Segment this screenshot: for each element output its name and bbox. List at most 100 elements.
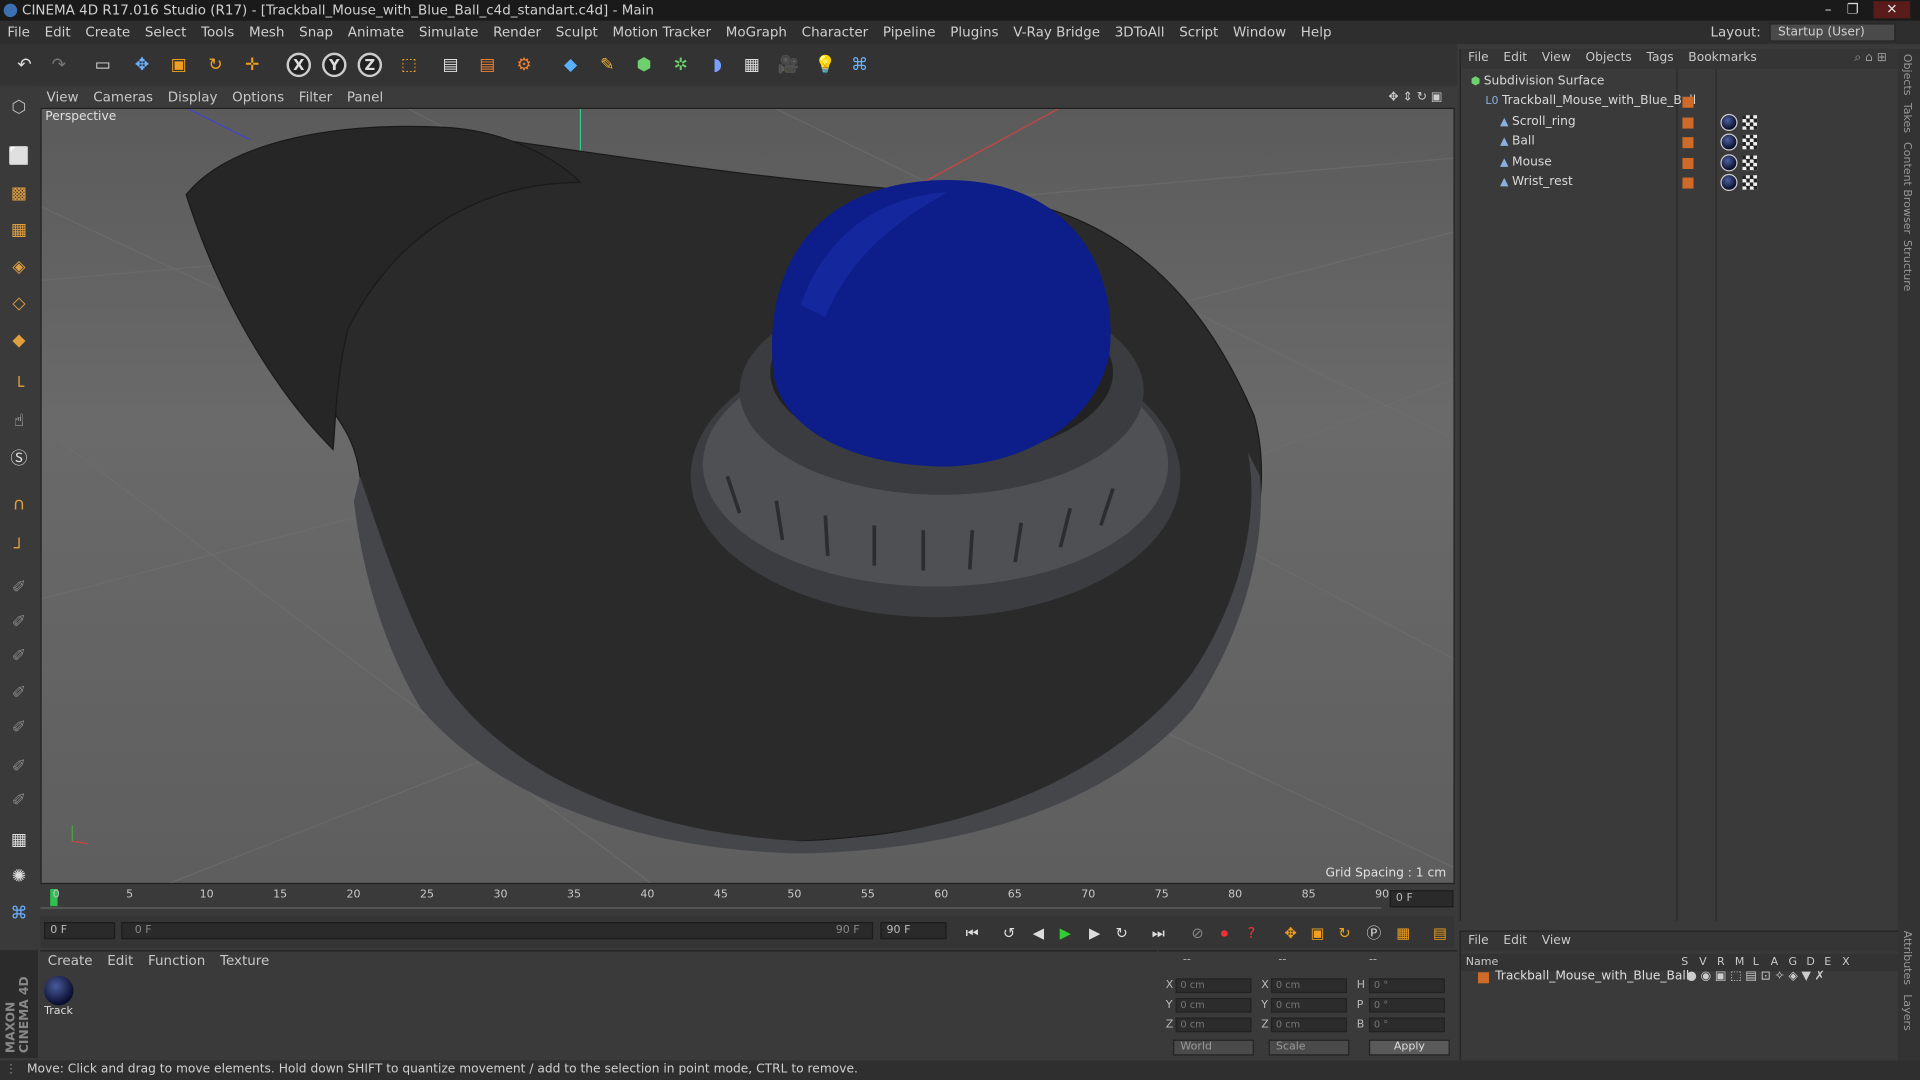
timeline-ruler[interactable]: 0 F 0 5 10 15 20 25 30 35 40 45 50 55 60 65 70 75 80 85 90 <box>40 886 1455 914</box>
layer-toggle-icons[interactable]: ●◉▣⬚▤⊡✧◈▼✗ <box>1686 970 1828 983</box>
menu-mesh[interactable]: Mesh <box>242 21 292 44</box>
menu-plugins[interactable]: Plugins <box>943 21 1006 44</box>
layer-column-m[interactable]: M <box>1735 954 1753 971</box>
menu-pipeline[interactable]: Pipeline <box>876 21 943 44</box>
polygons-mode-icon[interactable]: ◆ <box>5 326 33 354</box>
layer-column-e[interactable]: E <box>1824 954 1842 971</box>
layer-color-dot[interactable] <box>1682 137 1694 149</box>
start-frame-field[interactable]: 0 F <box>44 922 116 940</box>
subdivision-surface-icon[interactable]: ⬢ <box>629 50 658 79</box>
layer-column-v[interactable]: V <box>1699 954 1717 971</box>
coord-value-field[interactable]: 0 cm <box>1271 1017 1347 1033</box>
layer-color-dot[interactable] <box>1682 157 1694 169</box>
menu-motion-tracker[interactable]: Motion Tracker <box>605 21 718 44</box>
coord-value-field[interactable]: 0 ° <box>1368 978 1445 994</box>
minimize-button[interactable]: – <box>1817 1 1839 18</box>
axis-mode-icon[interactable]: └ <box>5 372 33 400</box>
python-icon[interactable]: ⌘ <box>845 50 874 79</box>
python-script-icon[interactable]: ⌘ <box>5 899 33 927</box>
viewport-nav-icons[interactable]: ✥ ⇕ ↻ ▣ <box>1381 88 1450 108</box>
close-button[interactable]: ✕ <box>1873 1 1911 19</box>
key-pla-icon[interactable]: ▦ <box>1392 922 1414 944</box>
timeline-window-icon[interactable]: ▤ <box>1429 922 1451 944</box>
material-tag-icon[interactable] <box>1720 113 1738 131</box>
texture-tag-icon[interactable] <box>1742 134 1758 150</box>
side-tab-content-browser[interactable]: Content Browser <box>1900 142 1912 234</box>
transform-tool-icon[interactable]: ✛ <box>238 50 267 79</box>
material-menu-edit[interactable]: Edit <box>100 951 141 971</box>
grab-brush-icon[interactable]: ✐ <box>5 752 33 780</box>
redo-icon[interactable]: ↷ <box>44 50 73 79</box>
keyframe-selection-icon[interactable]: ? <box>1240 922 1262 944</box>
axis-lock-icon[interactable]: ┘ <box>5 534 33 562</box>
layer-menu-view[interactable]: View <box>1534 932 1578 952</box>
material-tag-icon[interactable] <box>1720 133 1738 151</box>
viewport-menu-options[interactable]: Options <box>225 88 292 108</box>
record-keys-icon[interactable]: ⊘ <box>1187 922 1209 944</box>
frame-range-slider[interactable]: 0 F 90 F <box>121 922 874 940</box>
object-row[interactable]: ▲ Wrist_rest <box>1500 173 1573 193</box>
key-rotation-icon[interactable]: ↻ <box>1333 922 1355 944</box>
layer-item-name[interactable]: Trackball_Mouse_with_Blue_Ball <box>1495 970 1689 983</box>
workplane-icon[interactable]: ▦ <box>5 216 33 244</box>
side-tab-objects[interactable]: Objects <box>1900 54 1912 96</box>
edges-mode-icon[interactable]: ◇ <box>5 289 33 317</box>
undo-icon[interactable]: ↶ <box>10 50 39 79</box>
uv-grid-icon[interactable]: ▦ <box>5 825 33 853</box>
menu-create[interactable]: Create <box>78 21 137 44</box>
menu-simulate[interactable]: Simulate <box>412 21 486 44</box>
layer-color-dot[interactable] <box>1682 97 1694 109</box>
model-mode-icon[interactable]: ⬜ <box>5 142 33 170</box>
menu-animate[interactable]: Animate <box>340 21 411 44</box>
layer-column-g[interactable]: G <box>1788 954 1806 971</box>
spline-pen-icon[interactable]: ✎ <box>593 50 622 79</box>
menu-file[interactable]: File <box>0 21 37 44</box>
object-row[interactable]: ▲ Ball <box>1500 132 1535 152</box>
object-row[interactable]: L0 Trackball_Mouse_with_Blue_Ball <box>1485 92 1696 112</box>
key-parameter-icon[interactable]: Ⓟ <box>1363 922 1385 944</box>
coord-value-field[interactable]: 0 ° <box>1368 997 1445 1013</box>
cube-object-icon[interactable]: ◆ <box>556 50 585 79</box>
layer-column-x[interactable]: X <box>1842 954 1860 971</box>
menu-script[interactable]: Script <box>1172 21 1226 44</box>
viewport-menu-filter[interactable]: Filter <box>291 88 339 108</box>
layer-column-s[interactable]: S <box>1681 954 1699 971</box>
object-row[interactable]: ▲ Mouse <box>1500 153 1552 173</box>
coord-value-field[interactable]: 0 ° <box>1368 1017 1445 1033</box>
menu-tools[interactable]: Tools <box>194 21 242 44</box>
object-menu-file[interactable]: File <box>1461 49 1496 69</box>
apply-button[interactable]: Apply <box>1368 1039 1450 1056</box>
menu-snap[interactable]: Snap <box>292 21 341 44</box>
layer-column-r[interactable]: R <box>1717 954 1735 971</box>
viewport-menu-panel[interactable]: Panel <box>340 88 391 108</box>
bake-icon[interactable]: ✺ <box>5 862 33 890</box>
object-menu-edit[interactable]: Edit <box>1496 49 1534 69</box>
goto-end-icon[interactable]: ⏭ <box>1147 922 1169 944</box>
scale-tool-icon[interactable]: ▣ <box>164 50 193 79</box>
layer-color-dot[interactable] <box>1682 177 1694 189</box>
object-menu-objects[interactable]: Objects <box>1578 49 1639 69</box>
layer-menu-edit[interactable]: Edit <box>1496 932 1534 952</box>
key-position-icon[interactable]: ✥ <box>1280 922 1302 944</box>
previous-frame-icon[interactable]: ◀ <box>1027 922 1049 944</box>
object-menu-bookmarks[interactable]: Bookmarks <box>1681 49 1764 69</box>
sculpt-brush-icon[interactable]: ✐ <box>5 573 33 601</box>
menu-character[interactable]: Character <box>794 21 875 44</box>
object-menu-view[interactable]: View <box>1534 49 1578 69</box>
material-menu-texture[interactable]: Texture <box>213 951 277 971</box>
array-icon[interactable]: ✲ <box>666 50 695 79</box>
camera-icon[interactable]: 🎥 <box>774 50 803 79</box>
render-view-icon[interactable]: ▤ <box>436 50 465 79</box>
texture-tag-icon[interactable] <box>1742 114 1758 130</box>
deformer-icon[interactable]: ◗ <box>703 50 732 79</box>
maximize-button[interactable]: ❐ <box>1842 1 1864 18</box>
menu-help[interactable]: Help <box>1293 21 1338 44</box>
layer-color[interactable] <box>1477 972 1489 984</box>
side-tab-structure[interactable]: Structure <box>1900 240 1912 291</box>
object-menu-tags[interactable]: Tags <box>1639 49 1681 69</box>
material-tag-icon[interactable] <box>1720 153 1738 171</box>
points-mode-icon[interactable]: ◈ <box>5 252 33 280</box>
viewport-menu-cameras[interactable]: Cameras <box>86 88 161 108</box>
x-axis-button[interactable]: X <box>286 52 312 78</box>
next-frame-icon[interactable]: ▶ <box>1084 922 1106 944</box>
